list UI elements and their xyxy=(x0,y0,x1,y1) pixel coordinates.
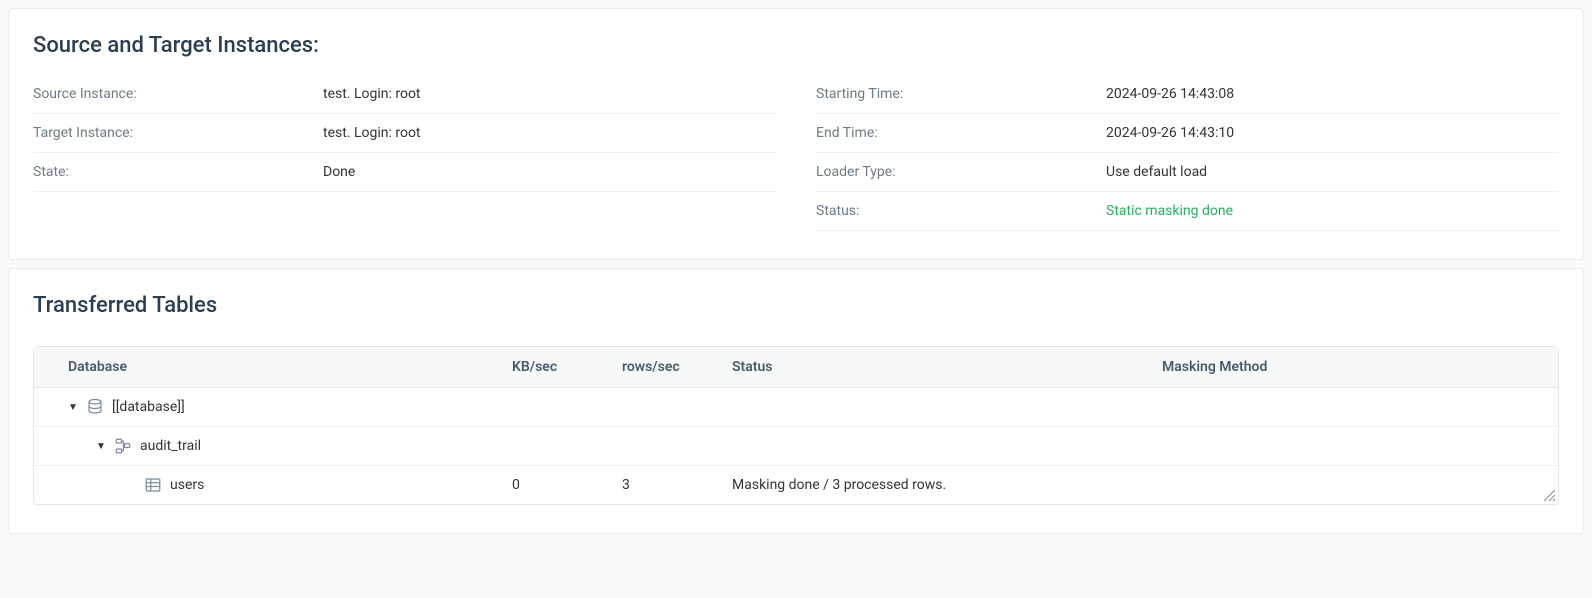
col-rowssec[interactable]: rows/sec xyxy=(608,347,718,388)
loader-type-row: Loader Type: Use default load xyxy=(816,153,1559,192)
loader-type-value: Use default load xyxy=(1106,164,1207,180)
rowssec-value: 3 xyxy=(608,466,718,505)
schema-cell: ▼ audit_trail xyxy=(34,427,498,466)
status-row: Status: Static masking done xyxy=(816,192,1559,231)
table-cell: users xyxy=(34,466,498,505)
table-header-row: Database KB/sec rows/sec Status Masking … xyxy=(34,347,1558,388)
database-icon xyxy=(86,398,104,416)
transferred-tables: Database KB/sec rows/sec Status Masking … xyxy=(34,347,1558,504)
table-icon xyxy=(144,476,162,494)
source-instance-label: Source Instance: xyxy=(33,86,323,102)
db-row[interactable]: ▼ [[database]] xyxy=(34,388,1558,427)
end-time-label: End Time: xyxy=(816,125,1106,141)
target-instance-label: Target Instance: xyxy=(33,125,323,141)
state-value: Done xyxy=(323,164,355,180)
state-label: State: xyxy=(33,164,323,180)
state-row: State: Done xyxy=(33,153,776,192)
target-instance-value: test. Login: root xyxy=(323,125,421,141)
instances-panel: Source and Target Instances: Source Inst… xyxy=(8,8,1584,260)
instances-right-col: Starting Time: 2024-09-26 14:43:08 End T… xyxy=(816,86,1559,231)
source-instance-value: test. Login: root xyxy=(323,86,421,102)
starting-time-value: 2024-09-26 14:43:08 xyxy=(1106,86,1234,102)
db-name: [[database]] xyxy=(112,399,185,415)
transferred-tables-title: Transferred Tables xyxy=(33,293,1559,318)
transferred-tables-panel: Transferred Tables Database KB/sec rows/… xyxy=(8,268,1584,534)
schema-name: audit_trail xyxy=(140,438,201,454)
end-time-row: End Time: 2024-09-26 14:43:10 xyxy=(816,114,1559,153)
loader-type-label: Loader Type: xyxy=(816,164,1106,180)
instances-title: Source and Target Instances: xyxy=(33,33,1559,58)
starting-time-label: Starting Time: xyxy=(816,86,1106,102)
chevron-down-icon[interactable]: ▼ xyxy=(96,441,106,452)
masking-value xyxy=(1148,466,1558,505)
db-cell: ▼ [[database]] xyxy=(34,388,498,427)
tables-wrap: Database KB/sec rows/sec Status Masking … xyxy=(33,346,1559,505)
chevron-down-icon[interactable]: ▼ xyxy=(68,402,78,413)
table-name: users xyxy=(170,477,204,493)
row-status-value: Masking done / 3 processed rows. xyxy=(718,466,1148,505)
target-instance-row: Target Instance: test. Login: root xyxy=(33,114,776,153)
instances-grid: Source Instance: test. Login: root Targe… xyxy=(33,86,1559,231)
col-database[interactable]: Database xyxy=(34,347,498,388)
starting-time-row: Starting Time: 2024-09-26 14:43:08 xyxy=(816,86,1559,114)
kbsec-value: 0 xyxy=(498,466,608,505)
schema-row[interactable]: ▼ audit_trail xyxy=(34,427,1558,466)
col-kbsec[interactable]: KB/sec xyxy=(498,347,608,388)
end-time-value: 2024-09-26 14:43:10 xyxy=(1106,125,1234,141)
status-label: Status: xyxy=(816,203,1106,219)
schema-icon xyxy=(114,437,132,455)
status-value: Static masking done xyxy=(1106,203,1233,219)
col-status[interactable]: Status xyxy=(718,347,1148,388)
source-instance-row: Source Instance: test. Login: root xyxy=(33,86,776,114)
table-row[interactable]: users 0 3 Masking done / 3 processed row… xyxy=(34,466,1558,505)
col-masking[interactable]: Masking Method xyxy=(1148,347,1558,388)
instances-left-col: Source Instance: test. Login: root Targe… xyxy=(33,86,776,231)
